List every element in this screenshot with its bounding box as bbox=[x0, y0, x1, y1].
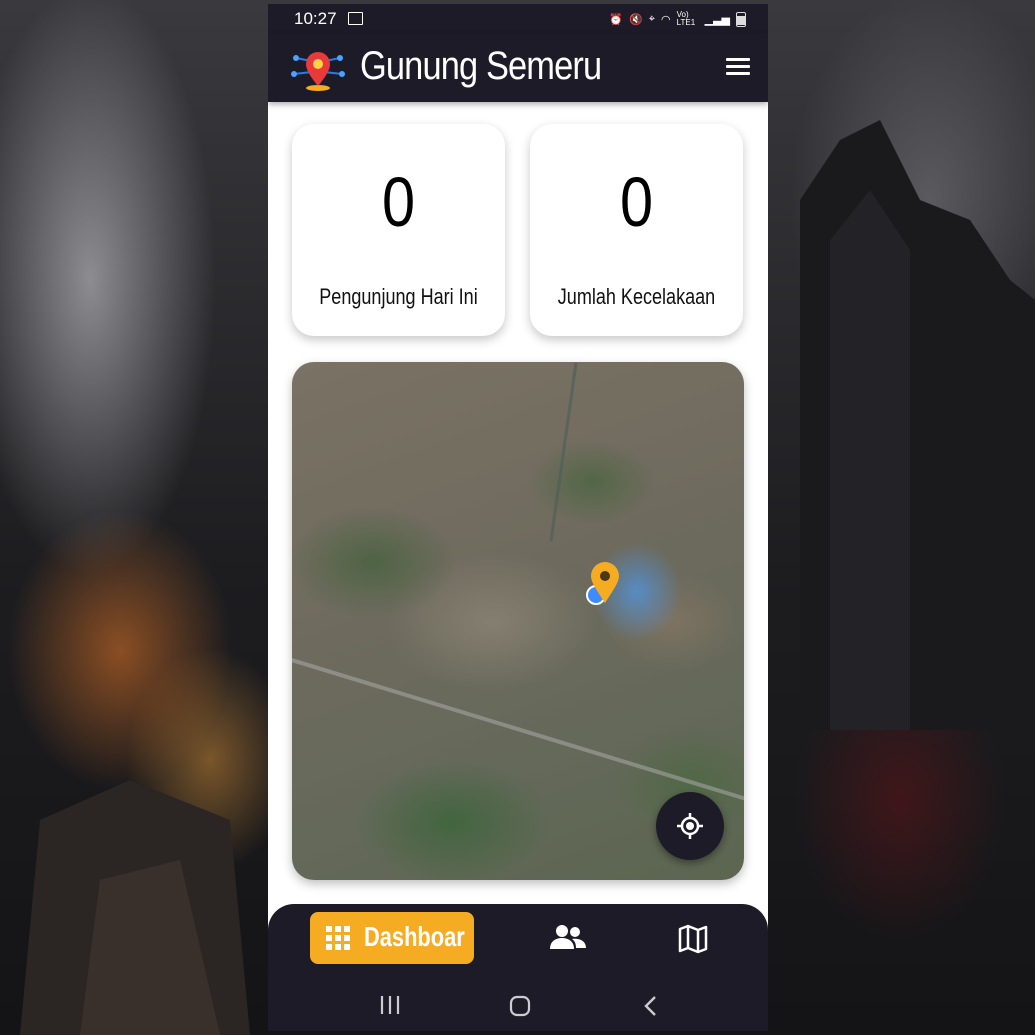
map-pin-network-icon bbox=[291, 52, 345, 91]
mute-icon: 🔇 bbox=[629, 13, 643, 26]
battery-icon bbox=[736, 11, 746, 27]
hamburger-menu-icon[interactable] bbox=[726, 58, 750, 78]
system-navigation-bar bbox=[268, 988, 768, 1028]
stat-label: Jumlah Kecelakaan bbox=[557, 284, 716, 309]
back-icon[interactable] bbox=[642, 994, 660, 1018]
location-icon: ⌖ bbox=[648, 12, 655, 25]
nav-item-dashboard[interactable]: Dashboar bbox=[310, 912, 474, 964]
wifi-icon: ◠ bbox=[661, 13, 671, 26]
stat-label: Pengunjung Hari Ini bbox=[319, 284, 478, 309]
phone-screen: 10:27 ⏰ 🔇 ⌖ ◠ Vo) LTE1 ▁▃▅ Gunung Semeru bbox=[268, 4, 768, 1031]
status-icons: ⏰ 🔇 ⌖ ◠ Vo) LTE1 ▁▃▅ bbox=[609, 11, 746, 27]
stat-card-accidents[interactable]: 0 Jumlah Kecelakaan bbox=[530, 124, 743, 336]
nav-item-label: Dashboar bbox=[364, 921, 465, 952]
wallpaper-rocks bbox=[20, 780, 250, 1035]
app-bar: Gunung Semeru bbox=[268, 34, 768, 102]
stat-card-visitors[interactable]: 0 Pengunjung Hari Ini bbox=[292, 124, 505, 336]
stat-value: 0 bbox=[381, 163, 416, 241]
alarm-icon: ⏰ bbox=[609, 13, 624, 26]
page-title: Gunung Semeru bbox=[360, 44, 602, 88]
signal-icon: ▁▃▅ bbox=[704, 13, 730, 26]
map-icon[interactable] bbox=[678, 924, 708, 954]
image-icon bbox=[348, 12, 363, 25]
map-railway bbox=[292, 652, 744, 808]
grid-icon bbox=[326, 926, 350, 950]
map-pin-icon[interactable] bbox=[590, 562, 620, 604]
home-icon[interactable] bbox=[508, 994, 532, 1018]
stat-value: 0 bbox=[619, 163, 654, 241]
wallpaper-building-silhouette bbox=[800, 120, 1035, 730]
my-location-button[interactable] bbox=[656, 792, 724, 860]
map-river bbox=[549, 362, 578, 542]
my-location-icon bbox=[677, 813, 703, 839]
status-time: 10:27 bbox=[294, 9, 337, 28]
satellite-map[interactable] bbox=[292, 362, 744, 880]
lte-label: Vo) LTE1 bbox=[676, 10, 696, 27]
recents-icon[interactable] bbox=[378, 994, 402, 1016]
people-icon[interactable] bbox=[550, 924, 586, 950]
bottom-navigation: Dashboar bbox=[268, 904, 768, 1031]
status-bar: 10:27 ⏰ 🔇 ⌖ ◠ Vo) LTE1 ▁▃▅ bbox=[268, 4, 768, 34]
